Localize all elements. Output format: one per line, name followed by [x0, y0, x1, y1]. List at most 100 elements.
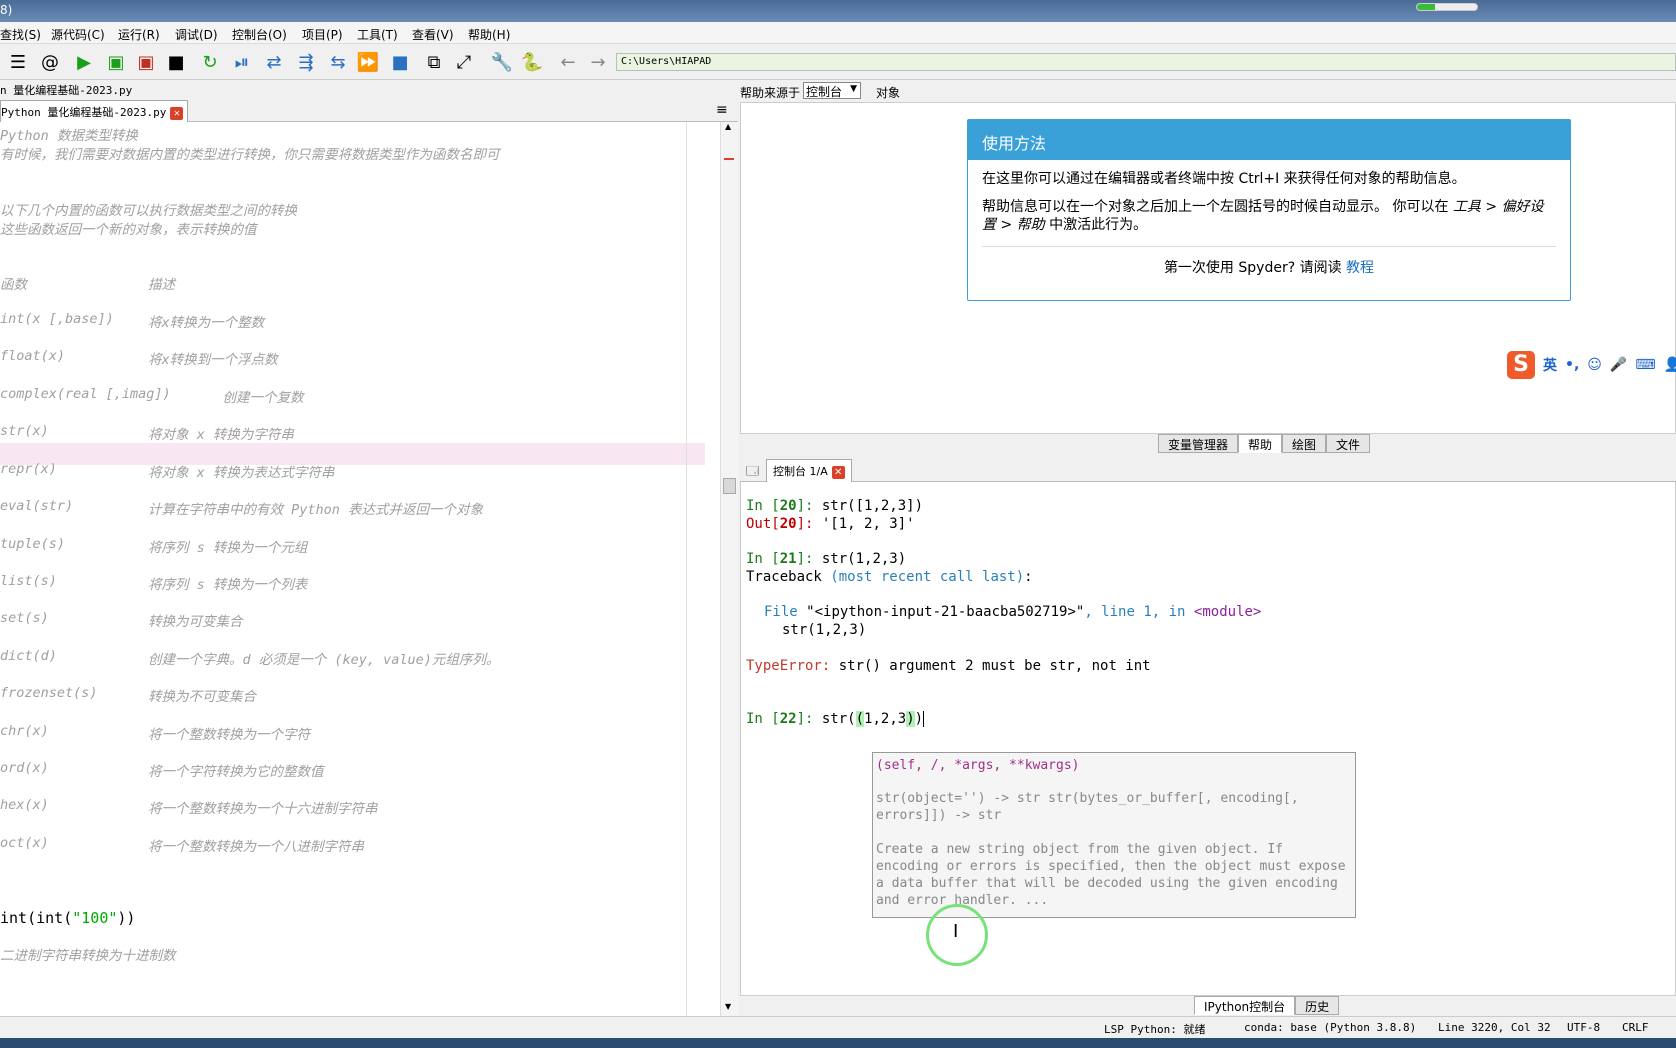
tutorial-link[interactable]: 教程	[1346, 260, 1374, 276]
usage-paragraph: 帮助信息可以在一个对象之后加上一个左圆括号的时候自动显示。 你可以在 工具 > …	[982, 199, 1544, 233]
scrollbar-thumb[interactable]	[723, 478, 736, 494]
maximize-icon[interactable]: ⧉	[422, 50, 446, 74]
close-icon[interactable]: ✕	[831, 466, 845, 479]
editor-tab-label: Python 量化编程基础-2023.py	[1, 106, 167, 119]
console-tab[interactable]: 控制台 1/A ✕	[766, 459, 852, 482]
console-tab-label: 控制台 1/A	[773, 465, 828, 478]
code-line: str(x) 将对象 x 转换为字符串	[0, 423, 294, 443]
console-output-line: Out[20]: '[1, 2, 3]'	[746, 516, 915, 532]
lsp-status: LSP Python: 就绪	[1104, 1023, 1206, 1036]
conda-status: conda: base (Python 3.8.8)	[1244, 1021, 1417, 1034]
editor-scrollbar[interactable]: ▲ ▼	[720, 122, 738, 1016]
toolbar: ☰ @ ▶ ▣ ▣ ■ ↻ ⏯ ⇄ ⇶ ⇆ ⏩ ■ ⧉ ⤢ 🔧 🐍 ← → C:…	[0, 44, 1676, 80]
user-icon[interactable]: 👤	[1664, 357, 1676, 373]
run-icon[interactable]: ▶	[72, 50, 96, 74]
back-icon[interactable]: ←	[556, 50, 580, 74]
keyboard-icon[interactable]: ⌨	[1635, 357, 1655, 373]
rerun-icon[interactable]: ↻	[198, 50, 222, 74]
punctuation-icon[interactable]: •,	[1565, 357, 1579, 373]
code-line: frozenset(s) 转换为不可变集合	[0, 685, 256, 705]
code-line: int(int("100"))	[0, 909, 136, 927]
help-header: 帮助来源于 控制台 ▼ 对象	[740, 80, 1676, 102]
menu-debug[interactable]: 调试(D)	[175, 26, 218, 43]
code-editor[interactable]: Python 数据类型转换 有时候，我们需要对数据内置的类型进行转换，你只需要将…	[0, 122, 720, 1016]
console-window-icon[interactable]: 🗔	[746, 462, 759, 483]
ime-language[interactable]: 英	[1543, 355, 1557, 375]
help-pane-tabs: 变量管理器 帮助 绘图 文件	[1158, 434, 1371, 454]
stop-icon[interactable]: ■	[388, 50, 412, 74]
tab-files[interactable]: 文件	[1326, 434, 1371, 453]
run-selection-icon[interactable]: ■	[164, 50, 188, 74]
help-source-value: 控制台	[806, 85, 843, 99]
tab-help[interactable]: 帮助	[1238, 434, 1283, 453]
step-return-icon[interactable]: ⇆	[326, 50, 350, 74]
calltip-docstring: str(object='') -> str str(bytes_or_buffe…	[876, 791, 1346, 908]
tab-plots[interactable]: 绘图	[1282, 434, 1327, 453]
menu-run[interactable]: 运行(R)	[118, 26, 160, 43]
editor-tab-bar: Python 量化编程基础-2023.py ✕ ≡	[0, 98, 738, 122]
console-input-line: In [20]: str([1,2,3])	[746, 498, 924, 514]
code-line: set(s) 转换为可变集合	[0, 610, 243, 630]
usage-panel: 使用方法 在这里你可以通过在编辑器或者终端中按 Ctrl+I 来获得任何对象的帮…	[967, 119, 1571, 301]
code-line: 这些函数返回一个新的对象，表示转换的值	[0, 222, 257, 238]
close-icon[interactable]: ✕	[170, 107, 184, 120]
error-line: TypeError: str() argument 2 must be str,…	[746, 658, 1151, 674]
menu-tools[interactable]: 工具(T)	[357, 26, 398, 43]
forward-icon[interactable]: →	[586, 50, 610, 74]
menu-project[interactable]: 项目(P)	[302, 26, 343, 43]
python-icon[interactable]: 🐍	[520, 50, 544, 74]
ipython-console[interactable]: In [20]: str([1,2,3]) Out[20]: '[1, 2, 3…	[740, 482, 1676, 996]
console-pane-tabs: IPython控制台 历史	[1194, 996, 1340, 1016]
step-icon[interactable]: ⇄	[262, 50, 286, 74]
code-line: repr(x) 将对象 x 转换为表达式字符串	[0, 461, 335, 481]
at-icon[interactable]: @	[38, 50, 62, 74]
menu-console[interactable]: 控制台(O)	[232, 26, 287, 43]
tab-variable-explorer[interactable]: 变量管理器	[1158, 434, 1239, 453]
working-directory-path[interactable]: C:\Users\HIAPAD	[616, 53, 1676, 71]
fullscreen-icon[interactable]: ⤢	[452, 50, 476, 74]
cursor-position: Line 3220, Col 32	[1438, 1021, 1551, 1034]
help-object-label: 对象	[876, 86, 901, 100]
progress-bar	[1416, 3, 1478, 11]
wrench-icon[interactable]: 🔧	[490, 50, 514, 74]
code-line: Python 数据类型转换	[0, 128, 138, 144]
console-input-line[interactable]: In [22]: str((1,2,3))	[746, 711, 925, 727]
title-bar: 8)	[0, 0, 1676, 22]
menu-help[interactable]: 帮助(H)	[468, 26, 510, 43]
options-menu-icon[interactable]: ≡	[716, 102, 728, 118]
list-icon[interactable]: ☰	[6, 50, 30, 74]
code-line: 有时候，我们需要对数据内置的类型进行转换，你只需要将数据类型作为函数名即可	[0, 147, 500, 163]
step-into-icon[interactable]: ⇶	[294, 50, 318, 74]
scroll-down-icon[interactable]: ▼	[725, 1002, 731, 1011]
code-line: dict(d) 创建一个字典。d 必须是一个 (key, value)元组序列。	[0, 648, 500, 668]
ime-toolbar: S 英 •, ☺ 🎤 ⌨ 👤	[1507, 351, 1676, 379]
window-title: 8)	[0, 3, 13, 17]
code-line: 二进制字符串转换为十进制数	[0, 948, 176, 964]
code-line: list(s) 将序列 s 转换为一个列表	[0, 573, 308, 593]
error-marker	[724, 158, 734, 160]
calltip-signature: (self, /, *args, **kwargs)	[876, 758, 1080, 773]
continue-icon[interactable]: ⏩	[356, 50, 380, 74]
help-source-select[interactable]: 控制台 ▼	[803, 82, 862, 99]
first-time-text: 第一次使用 Spyder? 请阅读 教程	[1163, 260, 1375, 276]
tab-history[interactable]: 历史	[1295, 996, 1340, 1015]
run-cell-advance-icon[interactable]: ▣	[134, 50, 158, 74]
menu-view[interactable]: 查看(V)	[412, 26, 454, 43]
debug-icon[interactable]: ⏯	[230, 50, 254, 74]
text-cursor-icon: I	[953, 921, 959, 942]
scroll-up-icon[interactable]: ▲	[725, 122, 731, 131]
emoji-icon[interactable]: ☺	[1587, 357, 1602, 373]
run-cell-icon[interactable]: ▣	[104, 50, 128, 74]
sogou-logo-icon[interactable]: S	[1507, 351, 1535, 379]
menu-search[interactable]: 查找(S)	[0, 26, 41, 43]
code-line: chr(x) 将一个整数转换为一个字符	[0, 723, 310, 743]
code-line: float(x) 将x转换到一个浮点数	[0, 348, 278, 368]
tab-ipython-console[interactable]: IPython控制台	[1194, 996, 1296, 1015]
calltip-popup: (self, /, *args, **kwargs) str(object='')…	[872, 752, 1356, 918]
line-ending: CRLF	[1622, 1021, 1649, 1034]
microphone-icon[interactable]: 🎤	[1610, 357, 1627, 373]
editor-tab[interactable]: Python 量化编程基础-2023.py ✕	[0, 100, 189, 122]
traceback-source-line: str(1,2,3)	[782, 622, 867, 638]
code-line: 以下几个内置的函数可以执行数据类型之间的转换	[0, 203, 297, 219]
menu-source[interactable]: 源代码(C)	[51, 26, 105, 43]
